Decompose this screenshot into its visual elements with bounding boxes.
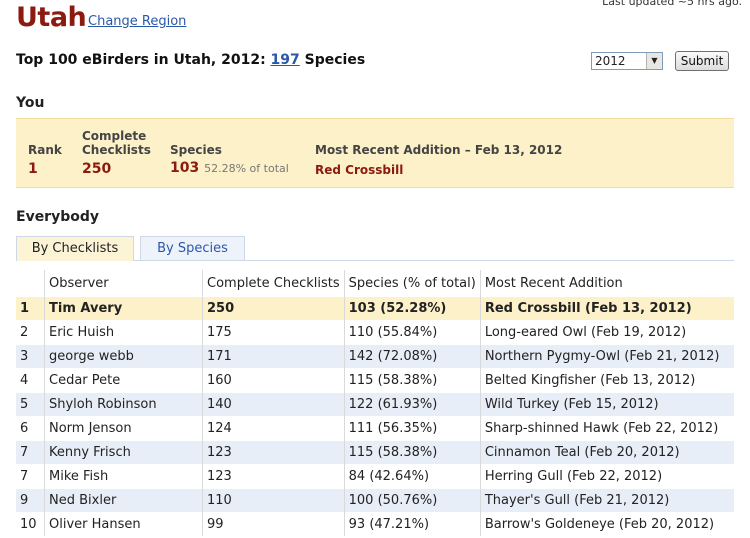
rank-label: Rank (28, 143, 62, 157)
year-select-value: 2012 (595, 54, 626, 68)
recent-addition-cell: Thayer's Gull (Feb 21, 2012) (479, 488, 734, 513)
observer-cell: Eric Huish (44, 320, 203, 345)
column-header-observer: Observer (44, 270, 203, 297)
rank-cell: 7 (16, 440, 45, 465)
chevron-down-icon[interactable]: ▼ (646, 53, 662, 69)
recent-addition-cell: Cinnamon Teal (Feb 20, 2012) (479, 440, 734, 465)
rank-cell: 7 (16, 464, 45, 489)
table-row: 7 Kenny Frisch 123 115 (58.38%) Cinnamon… (16, 440, 734, 465)
column-header-checklists: Complete Checklists (202, 270, 345, 297)
checklists-cell: 123 (202, 464, 345, 489)
species-percent: 52.28% of total (204, 162, 289, 175)
everybody-heading: Everybody (16, 209, 100, 225)
recent-addition-cell: Long-eared Owl (Feb 19, 2012) (479, 320, 734, 345)
species-cell: 142 (72.08%) (343, 344, 481, 369)
rank-cell: 4 (16, 368, 45, 393)
species-label: Species (170, 143, 222, 157)
table-row: 1 Tim Avery 250 103 (52.28%) Red Crossbi… (16, 296, 734, 321)
rank-cell: 1 (16, 296, 45, 321)
recent-addition-cell: Barrow's Goldeneye (Feb 20, 2012) (479, 512, 734, 536)
observer-cell: Oliver Hansen (44, 512, 203, 536)
observer-cell: Kenny Frisch (44, 440, 203, 465)
observer-cell: Cedar Pete (44, 368, 203, 393)
table-row: 3 george webb 171 142 (72.08%) Northern … (16, 344, 734, 369)
column-header-rank (16, 270, 45, 297)
checklists-label-line1: Complete (82, 129, 147, 143)
species-cell: 100 (50.76%) (343, 488, 481, 513)
checklists-cell: 171 (202, 344, 345, 369)
species-cell: 84 (42.64%) (343, 464, 481, 489)
species-cell: 93 (47.21%) (343, 512, 481, 536)
last-updated-text: Last updated ~5 hrs ago. (602, 0, 742, 8)
rank-value: 1 (28, 161, 38, 177)
tab-by-species[interactable]: By Species (140, 236, 245, 260)
observer-cell: Ned Bixler (44, 488, 203, 513)
species-total-link[interactable]: 197 (271, 52, 300, 68)
table-header-row: Observer Complete Checklists Species (% … (16, 270, 734, 297)
rank-cell: 5 (16, 392, 45, 417)
checklists-value: 250 (82, 161, 112, 177)
rank-cell: 3 (16, 344, 45, 369)
species-cell: 115 (58.38%) (343, 440, 481, 465)
table-row: 6 Norm Jenson 124 111 (56.35%) Sharp-shi… (16, 416, 734, 441)
checklists-cell: 250 (202, 296, 345, 321)
column-header-species: Species (% of total) (343, 270, 481, 297)
rank-cell: 2 (16, 320, 45, 345)
table-row: 2 Eric Huish 175 110 (55.84%) Long-eared… (16, 320, 734, 345)
rank-cell: 9 (16, 488, 45, 513)
headline-prefix: Top 100 eBirders in Utah, 2012: (16, 52, 271, 68)
rank-cell: 10 (16, 512, 45, 536)
submit-button[interactable]: Submit (675, 51, 729, 71)
recent-addition-cell: Wild Turkey (Feb 15, 2012) (479, 392, 734, 417)
observer-cell: Shyloh Robinson (44, 392, 203, 417)
table-row: 7 Mike Fish 123 84 (42.64%) Herring Gull… (16, 464, 734, 489)
recent-addition-label: Most Recent Addition – Feb 13, 2012 (315, 143, 563, 157)
you-heading: You (16, 95, 45, 111)
region-title: Utah (16, 2, 87, 33)
page-headline: Top 100 eBirders in Utah, 2012: 197 Spec… (16, 52, 365, 68)
checklists-cell: 175 (202, 320, 345, 345)
species-cell: 110 (55.84%) (343, 320, 481, 345)
table-row: 9 Ned Bixler 110 100 (50.76%) Thayer's G… (16, 488, 734, 513)
recent-addition-cell: Belted Kingfisher (Feb 13, 2012) (479, 368, 734, 393)
species-value: 103 52.28% of total (170, 160, 289, 176)
column-header-recent-addition: Most Recent Addition (479, 270, 734, 297)
recent-addition-value: Red Crossbill (315, 163, 404, 177)
checklists-cell: 123 (202, 440, 345, 465)
table-row: 4 Cedar Pete 160 115 (58.38%) Belted Kin… (16, 368, 734, 393)
leaderboard-table: Observer Complete Checklists Species (% … (16, 270, 734, 536)
species-cell: 122 (61.93%) (343, 392, 481, 417)
checklists-cell: 124 (202, 416, 345, 441)
checklists-cell: 99 (202, 512, 345, 536)
table-row: 5 Shyloh Robinson 140 122 (61.93%) Wild … (16, 392, 734, 417)
checklists-cell: 140 (202, 392, 345, 417)
year-select[interactable]: 2012 ▼ (591, 52, 663, 70)
headline-suffix: Species (299, 52, 366, 68)
species-cell: 115 (58.38%) (343, 368, 481, 393)
recent-addition-cell: Northern Pygmy-Owl (Feb 21, 2012) (479, 344, 734, 369)
checklists-cell: 110 (202, 488, 345, 513)
observer-cell: Norm Jenson (44, 416, 203, 441)
recent-addition-cell: Red Crossbill (Feb 13, 2012) (479, 296, 734, 321)
checklists-label-line2: Checklists (82, 143, 151, 157)
recent-addition-cell: Herring Gull (Feb 22, 2012) (479, 464, 734, 489)
observer-cell: Tim Avery (44, 296, 203, 321)
observer-cell: george webb (44, 344, 203, 369)
table-row: 10 Oliver Hansen 99 93 (47.21%) Barrow's… (16, 512, 734, 536)
checklists-cell: 160 (202, 368, 345, 393)
species-cell: 103 (52.28%) (343, 296, 481, 321)
observer-cell: Mike Fish (44, 464, 203, 489)
change-region-link[interactable]: Change Region (88, 14, 186, 29)
rank-cell: 6 (16, 416, 45, 441)
recent-addition-cell: Sharp-shinned Hawk (Feb 22, 2012) (479, 416, 734, 441)
you-summary-box: Rank 1 Complete Checklists 250 Species 1… (16, 118, 734, 188)
species-count: 103 (170, 160, 200, 176)
species-cell: 111 (56.35%) (343, 416, 481, 441)
tab-by-checklists[interactable]: By Checklists (16, 236, 134, 261)
